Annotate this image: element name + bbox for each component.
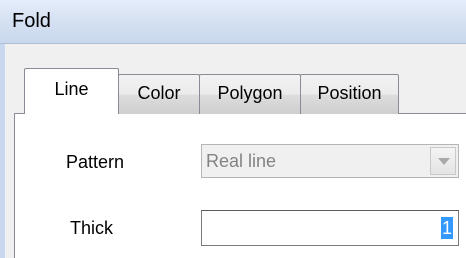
- tab-position[interactable]: Position: [300, 74, 399, 114]
- window-title: Fold: [12, 10, 51, 32]
- chevron-down-icon: [438, 158, 450, 165]
- tab-color[interactable]: Color: [118, 74, 200, 114]
- thick-input[interactable]: 1: [201, 210, 459, 246]
- tab-position-label: Position: [317, 83, 382, 103]
- tab-polygon-label: Polygon: [217, 83, 283, 103]
- thick-label: Thick: [70, 218, 114, 238]
- tab-line-label: Line: [54, 79, 89, 99]
- thick-input-value: 1: [440, 217, 453, 239]
- pattern-select-value: Real line: [206, 151, 277, 171]
- tab-polygon[interactable]: Polygon: [199, 74, 301, 114]
- pattern-dropdown-button[interactable]: [430, 147, 456, 175]
- pattern-label: Pattern: [66, 152, 125, 172]
- pattern-select[interactable]: Real line: [201, 144, 459, 178]
- title-bar[interactable]: Fold: [0, 0, 466, 44]
- tab-color-label: Color: [137, 83, 181, 103]
- tab-line[interactable]: Line: [24, 68, 119, 114]
